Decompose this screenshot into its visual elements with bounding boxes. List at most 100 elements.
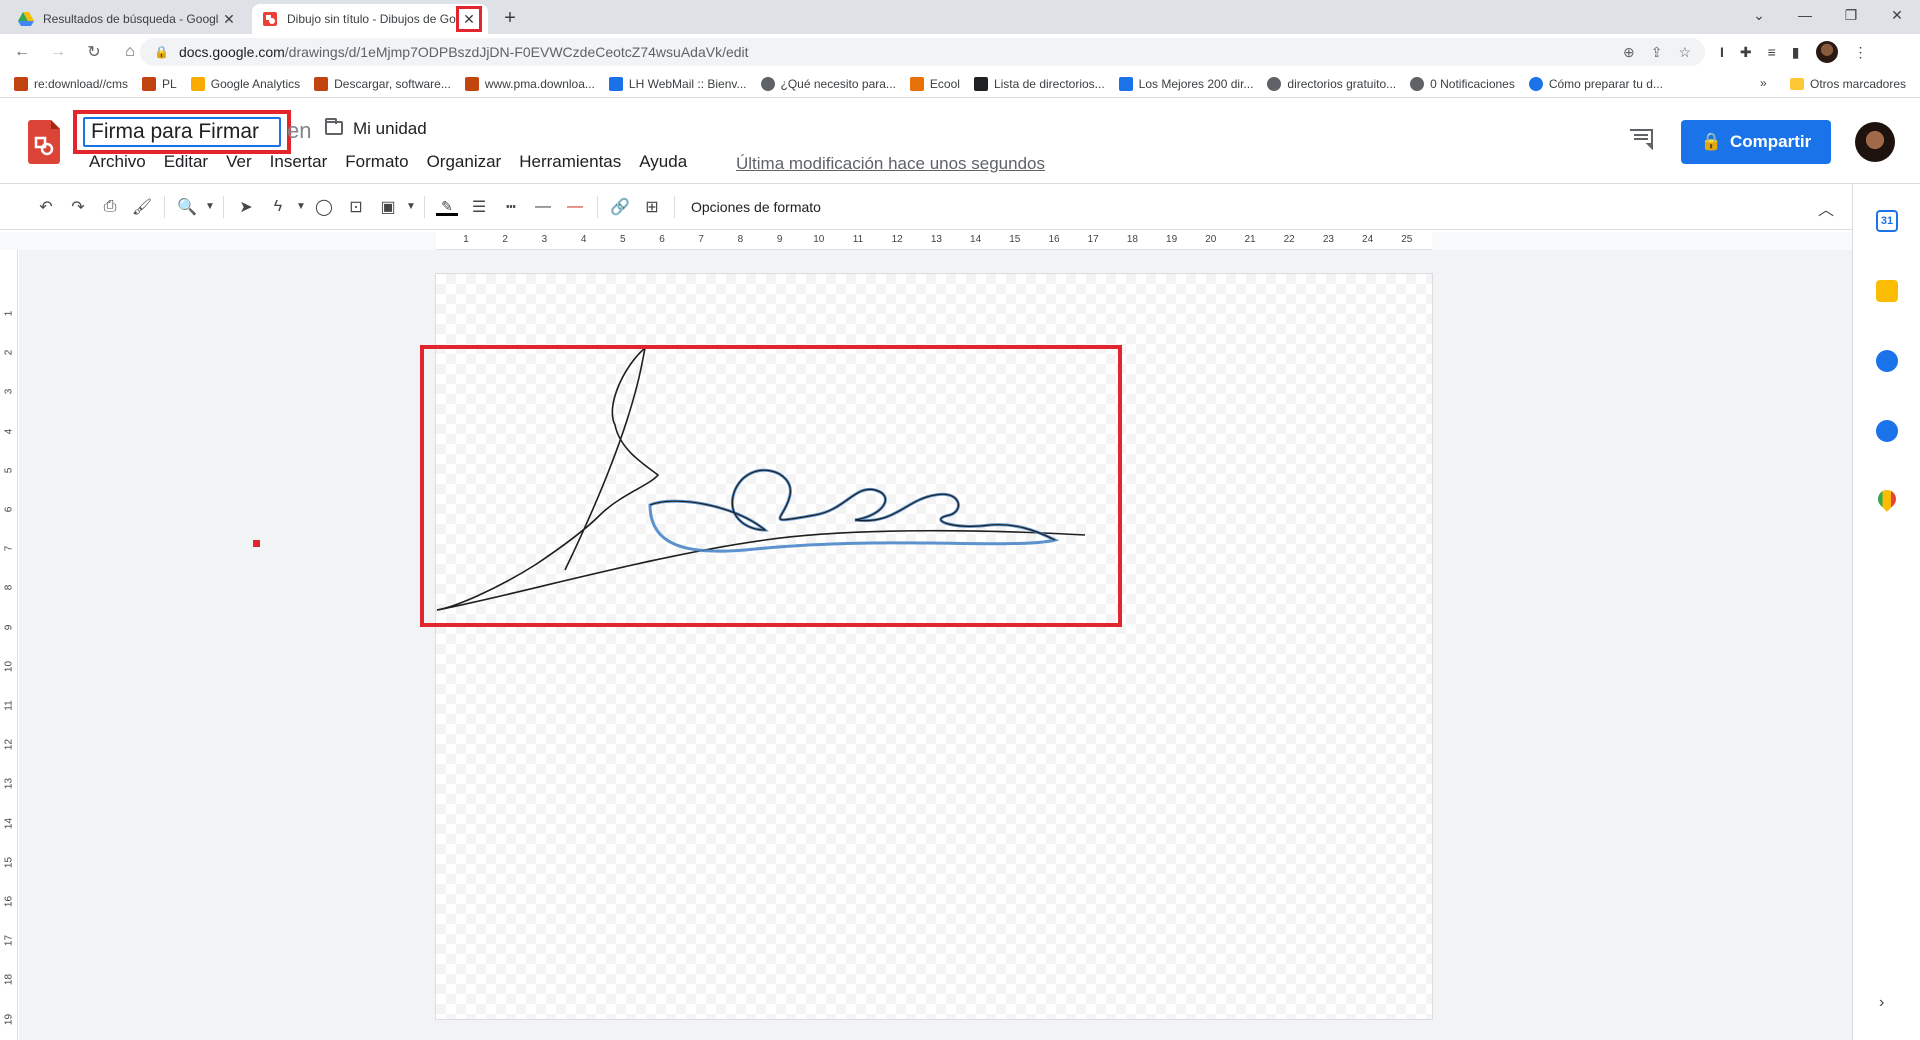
chevron-up-icon[interactable]: ︿ bbox=[1818, 196, 1834, 220]
puzzle-icon[interactable]: ✚ bbox=[1740, 44, 1752, 61]
format-options-button[interactable]: Opciones de formato bbox=[691, 199, 821, 215]
reload-icon[interactable]: ↻ bbox=[80, 38, 108, 66]
shape-icon[interactable]: ◯ bbox=[308, 191, 340, 223]
tab-drawing[interactable]: Dibujo sin título - Dibujos de Go ✕ bbox=[252, 4, 488, 34]
minimize-icon[interactable]: — bbox=[1782, 0, 1828, 30]
bookmark-item[interactable]: PL bbox=[142, 76, 177, 91]
bookmark-item[interactable]: 0 Notificaciones bbox=[1410, 76, 1515, 91]
bookmark-item[interactable]: Ecool bbox=[909, 76, 960, 91]
account-avatar[interactable] bbox=[1855, 122, 1895, 162]
line-end-icon[interactable]: — bbox=[559, 191, 591, 223]
bookmarks-overflow-button[interactable]: » bbox=[1760, 76, 1767, 90]
tasks-icon[interactable] bbox=[1876, 350, 1898, 372]
ruler-tick-label: 19 bbox=[3, 1013, 15, 1025]
calendar-icon[interactable]: 31 bbox=[1876, 210, 1898, 232]
bookmark-item[interactable]: Descargar, software... bbox=[314, 76, 451, 91]
contacts-icon[interactable] bbox=[1876, 420, 1898, 442]
close-icon[interactable]: ✕ bbox=[220, 10, 238, 28]
last-modified-link[interactable]: Última modificación hace unos segundos bbox=[736, 154, 1045, 174]
ruler-tick-label: 4 bbox=[580, 234, 587, 245]
maps-icon[interactable] bbox=[1874, 486, 1900, 512]
text-box-icon[interactable]: ⊡ bbox=[340, 191, 372, 223]
bookmark-item[interactable]: Google Analytics bbox=[190, 76, 300, 91]
bookmark-item[interactable]: re:download//cms bbox=[14, 76, 128, 91]
menu-archivo[interactable]: Archivo bbox=[89, 152, 146, 172]
bookmark-item[interactable]: Los Mejores 200 dir... bbox=[1118, 76, 1253, 91]
redo-icon[interactable]: ↷ bbox=[62, 191, 94, 223]
share-page-icon[interactable]: ⇪ bbox=[1651, 44, 1663, 61]
comment-icon[interactable] bbox=[1628, 128, 1654, 150]
lock-icon: 🔒 bbox=[154, 45, 169, 59]
back-icon[interactable]: ← bbox=[8, 38, 36, 66]
bookmark-item[interactable]: www.pma.downloa... bbox=[464, 76, 595, 91]
chevron-down-icon[interactable]: ▼ bbox=[203, 191, 217, 223]
ruler-tick-label: 9 bbox=[776, 234, 783, 245]
toolbar-divider bbox=[424, 195, 425, 218]
keep-icon[interactable] bbox=[1876, 280, 1898, 302]
profile-avatar[interactable] bbox=[1815, 41, 1838, 63]
document-title-input[interactable] bbox=[83, 117, 281, 147]
chevron-down-icon[interactable]: ▼ bbox=[294, 191, 308, 223]
menu-formato[interactable]: Formato bbox=[345, 152, 408, 172]
close-window-icon[interactable]: ✕ bbox=[1874, 0, 1920, 30]
extension-icon[interactable]: I bbox=[1720, 44, 1724, 60]
ruler-tick-label: 12 bbox=[891, 234, 903, 245]
location-label[interactable]: Mi unidad bbox=[353, 119, 427, 139]
menu-icon[interactable]: ⋮ bbox=[1854, 44, 1868, 61]
reading-list-icon[interactable]: ≡ bbox=[1768, 44, 1776, 60]
folder-icon[interactable] bbox=[325, 118, 343, 135]
tab-title: Dibujo sin título - Dibujos de Go bbox=[287, 12, 456, 26]
analytics-icon bbox=[190, 76, 205, 91]
menu-ver[interactable]: Ver bbox=[226, 152, 252, 172]
forward-icon[interactable]: → bbox=[44, 38, 72, 66]
side-panel-icon[interactable]: ▮ bbox=[1792, 44, 1800, 61]
bookmark-item[interactable]: LH WebMail :: Bienv... bbox=[608, 76, 747, 91]
ruler-tick-label: 18 bbox=[1126, 234, 1138, 245]
undo-icon[interactable]: ↶ bbox=[30, 191, 62, 223]
select-icon[interactable]: ➤ bbox=[230, 191, 262, 223]
scribble-icon[interactable]: ϟ bbox=[262, 191, 294, 223]
restore-icon[interactable]: ❐ bbox=[1828, 0, 1874, 30]
ruler-tick-label: 6 bbox=[659, 234, 665, 245]
ruler-tick-label: 17 bbox=[1087, 234, 1099, 245]
paint-format-icon[interactable]: 🖌 bbox=[126, 191, 158, 223]
menu-ayuda[interactable]: Ayuda bbox=[639, 152, 687, 172]
image-icon[interactable]: ▣ bbox=[372, 191, 404, 223]
link-icon[interactable]: 🔗 bbox=[604, 191, 636, 223]
bookmark-item[interactable]: directorios gratuito... bbox=[1267, 76, 1396, 91]
ruler-tick-label: 16 bbox=[3, 895, 15, 908]
ruler-tick-label: 24 bbox=[1362, 234, 1374, 245]
bookmark-item[interactable]: Cómo preparar tu d... bbox=[1528, 76, 1663, 91]
menu-editar[interactable]: Editar bbox=[164, 152, 208, 172]
menu-herramientas[interactable]: Herramientas bbox=[519, 152, 621, 172]
google-drawings-logo[interactable] bbox=[28, 120, 60, 164]
tab-search-icon[interactable]: ⌄ bbox=[1736, 0, 1782, 30]
line-color-icon[interactable]: ✎ bbox=[431, 191, 463, 223]
line-dash-icon[interactable]: ┅ bbox=[495, 191, 527, 223]
ruler-tick-label: 10 bbox=[3, 660, 15, 672]
print-icon[interactable]: ⎙ bbox=[94, 191, 126, 223]
menu-insertar[interactable]: Insertar bbox=[270, 152, 328, 172]
add-comment-icon[interactable]: ⊞ bbox=[636, 191, 668, 223]
other-bookmarks-folder[interactable]: Otros marcadores bbox=[1790, 77, 1906, 91]
line-weight-icon[interactable]: ☰ bbox=[463, 191, 495, 223]
chevron-right-icon[interactable]: › bbox=[1879, 994, 1884, 1012]
bookmark-item[interactable]: ¿Qué necesito para... bbox=[760, 76, 896, 91]
ruler-tick-label: 19 bbox=[1166, 234, 1178, 245]
share-button[interactable]: 🔒 Compartir bbox=[1681, 120, 1831, 164]
star-icon[interactable]: ☆ bbox=[1678, 44, 1691, 61]
zoom-icon[interactable]: 🔍 bbox=[171, 191, 203, 223]
bookmark-item[interactable]: Lista de directorios... bbox=[973, 76, 1105, 91]
zoom-icon[interactable]: ⊕ bbox=[1623, 44, 1635, 61]
ruler-tick-label: 8 bbox=[737, 234, 744, 245]
menu-organizar[interactable]: Organizar bbox=[427, 152, 502, 172]
close-icon[interactable]: ✕ bbox=[456, 6, 482, 32]
line-start-icon[interactable]: — bbox=[527, 191, 559, 223]
editor-toolbar: ↶ ↷ ⎙ 🖌 🔍 ▼ ➤ ϟ ▼ ◯ ⊡ ▣ ▼ ✎ ☰ ┅ — — 🔗 ⊞ … bbox=[0, 184, 1852, 230]
vertical-ruler: 1 2 3 4 5 6 7 8 9 10 11 12 13 14 15 16 17 18 19 bbox=[0, 250, 18, 1040]
new-tab-button[interactable]: + bbox=[498, 6, 522, 30]
chevron-down-icon[interactable]: ▼ bbox=[404, 191, 418, 223]
address-bar[interactable]: 🔒 docs.google.com/drawings/d/1eMjmp7ODPB… bbox=[140, 38, 1705, 66]
tab-search-results[interactable]: Resultados de búsqueda - Googl ✕ bbox=[8, 4, 248, 34]
globe-icon bbox=[1410, 76, 1425, 91]
